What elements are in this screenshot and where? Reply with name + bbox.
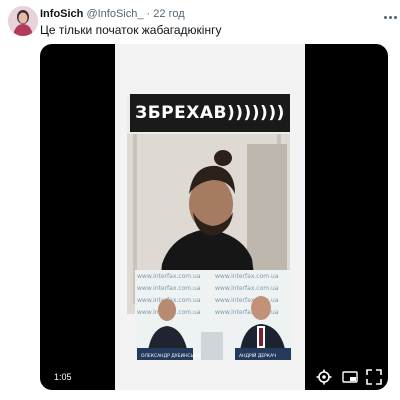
video-caption-box: ЗБРЕХАВ))))))) bbox=[130, 94, 290, 132]
watermark-text-1: www.interfax.com.ua bbox=[137, 273, 201, 280]
nameplate-right: АНДРІЙ ДЕРКАЧ bbox=[239, 352, 276, 359]
separator-dot: · bbox=[146, 8, 151, 20]
press-conference-image: www.interfax.com.ua www.interfax.com.ua … bbox=[135, 270, 293, 360]
watermark-text-4: www.interfax.com.ua bbox=[215, 285, 279, 292]
video-caption: ЗБРЕХАВ))))))) bbox=[135, 103, 285, 123]
picture-in-picture-icon[interactable] bbox=[342, 369, 358, 385]
avatar[interactable] bbox=[8, 6, 38, 36]
video-elapsed-time: 1:05 bbox=[54, 372, 72, 382]
video-player[interactable]: ЗБРЕХАВ))))))) www.interfax.com.ua www.i… bbox=[40, 44, 388, 390]
tweet-timestamp[interactable]: 22 год bbox=[153, 8, 184, 20]
author-name[interactable]: InfoSich bbox=[40, 8, 83, 20]
watermark-text-3: www.interfax.com.ua bbox=[137, 285, 201, 292]
tweet-text: Це тільки початок жабагадюкінгу bbox=[40, 23, 222, 37]
more-dots-icon[interactable] bbox=[384, 13, 398, 23]
watermark-text-2: www.interfax.com.ua bbox=[215, 273, 279, 280]
author-handle[interactable]: @InfoSich_ bbox=[86, 8, 143, 20]
fullscreen-icon[interactable] bbox=[366, 369, 382, 385]
author-line: InfoSich @InfoSich_ · 22 год bbox=[40, 8, 185, 20]
settings-gear-icon[interactable] bbox=[316, 369, 332, 385]
video-frame[interactable]: ЗБРЕХАВ))))))) www.interfax.com.ua www.i… bbox=[115, 44, 305, 390]
nameplate-left: ОЛЕКСАНДР ДУБИНСЬКИЙ bbox=[141, 352, 203, 359]
